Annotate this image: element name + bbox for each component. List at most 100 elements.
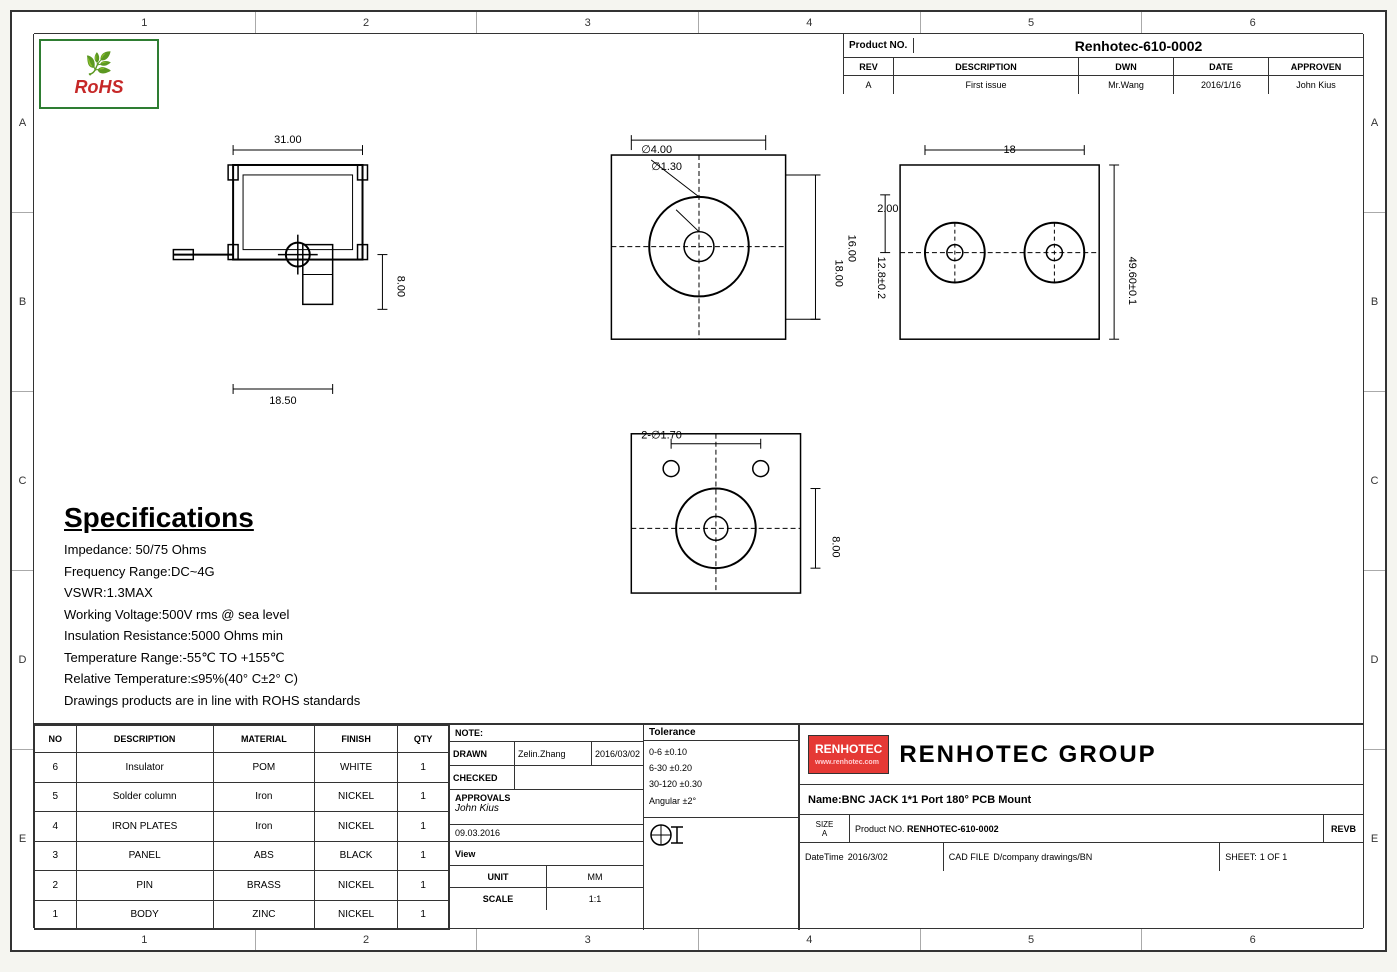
svg-text:49.60±0.1: 49.60±0.1 (1126, 257, 1138, 306)
bom-desc-header: DESCRIPTION (76, 726, 213, 753)
sheet-cell: SHEET: 1 OF 1 (1220, 843, 1363, 871)
svg-text:8.00: 8.00 (829, 536, 841, 557)
table-row: 5 Solder column Iron NICKEL 1 (35, 782, 449, 811)
drawn-date: 2016/03/02 (591, 742, 643, 765)
tolerance-label: Tolerance (644, 725, 798, 741)
cad-file-cell: CAD FILE D/company drawings/BN (944, 843, 1221, 871)
drawing-area: 🌿 RoHS Product NO. Renhotec-610-0002 REV… (34, 34, 1363, 928)
cad-file-label: CAD FILE (949, 852, 990, 862)
rev-cell: REV B (1323, 815, 1363, 842)
svg-text:16.00: 16.00 (845, 235, 857, 262)
tolerance-values: 0-6 ±0.10 6-30 ±0.20 30-120 ±0.30 Angula… (644, 741, 798, 812)
size-val: A (822, 829, 827, 838)
approvals-label: APPROVALS (455, 793, 638, 803)
checked-label: CHECKED (450, 766, 515, 789)
renhotec-group-name: RENHOTEC GROUP (899, 741, 1156, 769)
right-grid-letters: A B C D E (1363, 34, 1385, 928)
approval-sig: John Kius (455, 803, 638, 814)
scale-val: 1:1 (547, 888, 643, 910)
approval-date: 09.03.2016 (450, 825, 643, 842)
letter-d: D (12, 571, 33, 750)
table-row: 1 BODY ZINC NICKEL 1 (35, 900, 449, 929)
tolerance-block: Tolerance 0-6 ±0.10 6-30 ±0.20 30-120 ±0… (644, 725, 799, 930)
view-symbol (644, 817, 798, 853)
scale-row: SCALE 1:1 (450, 888, 643, 910)
datetime-cell: DateTime 2016/3/02 (800, 843, 944, 871)
unit-row: UNIT MM (450, 866, 643, 888)
company-block: RENHOTEC www.renhotec.com RENHOTEC GROUP… (799, 725, 1363, 930)
specs-section: Specifications Impedance: 50/75 Ohms Fre… (64, 502, 484, 712)
table-row: 6 Insulator POM WHITE 1 (35, 753, 449, 782)
bottom-section: NO DESCRIPTION MATERIAL FINISH QTY 6 Ins… (34, 723, 1363, 928)
bom-qty-header: QTY (398, 726, 449, 753)
letter-a: A (12, 34, 33, 213)
svg-text:31.00: 31.00 (274, 134, 301, 146)
grid-num-4: 4 (699, 12, 921, 33)
grid-num-5: 5 (921, 12, 1143, 33)
table-row: 4 IRON PLATES Iron NICKEL 1 (35, 812, 449, 841)
renhotec-logo-subtext: www.renhotec.com (815, 758, 882, 768)
product-name-row: Name:BNC JACK 1*1 Port 180° PCB Mount (800, 785, 1363, 815)
svg-text:2-∅1.70: 2-∅1.70 (641, 430, 682, 442)
spec-line-6: Relative Temperature:≤95%(40° C±2° C) (64, 669, 484, 689)
grid-num-6: 6 (1142, 12, 1363, 33)
checked-row: CHECKED (450, 766, 643, 790)
grid-num-b1: 1 (34, 929, 256, 950)
datetime-val: 2016/3/02 (848, 852, 888, 862)
unit-val: MM (547, 866, 643, 887)
bom-no-header: NO (35, 726, 77, 753)
table-row: 2 PIN BRASS NICKEL 1 (35, 871, 449, 900)
svg-text:∅1.30: ∅1.30 (651, 161, 682, 173)
bom-finish-header: FINISH (314, 726, 397, 753)
unit-label: UNIT (450, 866, 547, 887)
letter-re: E (1364, 750, 1385, 928)
product-no-company: RENHOTEC-610-0002 (907, 824, 999, 834)
svg-text:∅4.00: ∅4.00 (641, 144, 672, 156)
cad-file-val: D/company drawings/BN (993, 852, 1092, 862)
scale-label: SCALE (450, 888, 547, 910)
svg-text:18.50: 18.50 (269, 395, 296, 407)
bottom-grid-numbers: 1 2 3 4 5 6 (34, 928, 1363, 950)
checked-val (515, 766, 643, 789)
spec-line-7: Drawings products are in line with ROHS … (64, 691, 484, 711)
svg-text:18: 18 (1004, 144, 1016, 156)
spec-line-0: Impedance: 50/75 Ohms (64, 540, 484, 560)
grid-num-b3: 3 (477, 929, 699, 950)
grid-num-3: 3 (477, 12, 699, 33)
drawn-val: Zelin.Zhang (515, 742, 591, 765)
top-grid-numbers: 1 2 3 4 5 6 (34, 12, 1363, 34)
view-label: View (450, 842, 643, 866)
bom-table: NO DESCRIPTION MATERIAL FINISH QTY 6 Ins… (34, 725, 449, 930)
spec-line-2: VSWR:1.3MAX (64, 583, 484, 603)
specs-title: Specifications (64, 502, 484, 534)
product-no-cell: Product NO. RENHOTEC-610-0002 (850, 815, 1323, 842)
spec-line-1: Frequency Range:DC~4G (64, 562, 484, 582)
size-label: SIZE (816, 820, 834, 829)
rev-val-c: B (1350, 824, 1357, 834)
svg-text:12.8±0.2: 12.8±0.2 (875, 257, 887, 300)
letter-e: E (12, 750, 33, 928)
drawn-label: DRAWN (450, 742, 515, 765)
letter-ra: A (1364, 34, 1385, 213)
letter-rb: B (1364, 213, 1385, 392)
grid-num-2: 2 (256, 12, 478, 33)
size-cell: SIZE A (800, 815, 850, 842)
note-label: NOTE: (450, 725, 643, 742)
renhotec-logo-text: RENHOTEC (815, 741, 882, 758)
grid-num-b6: 6 (1142, 929, 1363, 950)
company-name-row: RENHOTEC www.renhotec.com RENHOTEC GROUP (800, 725, 1363, 785)
grid-num-b4: 4 (699, 929, 921, 950)
letter-c: C (12, 392, 33, 571)
datetime-cad-row: DateTime 2016/3/02 CAD FILE D/company dr… (800, 843, 1363, 871)
grid-num-b5: 5 (921, 929, 1143, 950)
spec-line-3: Working Voltage:500V rms @ sea level (64, 605, 484, 625)
rev-label-c: REV (1331, 824, 1350, 834)
grid-num-1: 1 (34, 12, 256, 33)
drawn-row: DRAWN Zelin.Zhang 2016/03/02 (450, 742, 643, 766)
renhotec-logo: RENHOTEC www.renhotec.com (808, 735, 889, 774)
approval-row: APPROVALS John Kius (450, 790, 643, 825)
svg-text:8.00: 8.00 (394, 276, 406, 297)
product-no-prefix: Product NO. (855, 824, 905, 834)
main-drawing-container: 1 2 3 4 5 6 1 2 3 4 5 6 A B C D E A B C … (10, 10, 1387, 952)
letter-rd: D (1364, 571, 1385, 750)
